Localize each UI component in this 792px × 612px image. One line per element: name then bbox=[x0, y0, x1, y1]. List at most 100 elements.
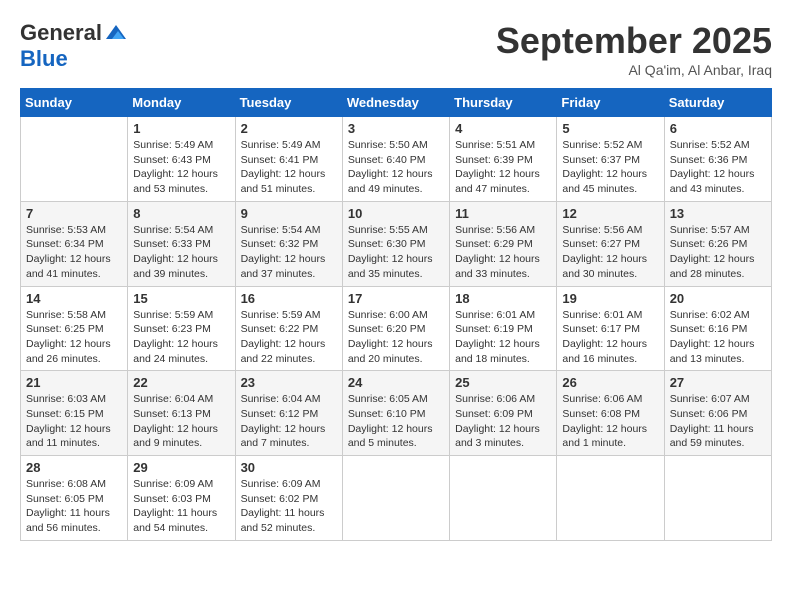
day-number: 8 bbox=[133, 206, 229, 221]
calendar-cell: 22 Sunrise: 6:04 AM Sunset: 6:13 PM Dayli… bbox=[128, 371, 235, 456]
day-info: Sunrise: 6:06 AM Sunset: 6:08 PM Dayligh… bbox=[562, 392, 658, 451]
day-info: Sunrise: 5:51 AM Sunset: 6:39 PM Dayligh… bbox=[455, 138, 551, 197]
day-info: Sunrise: 6:00 AM Sunset: 6:20 PM Dayligh… bbox=[348, 308, 444, 367]
day-info: Sunrise: 6:04 AM Sunset: 6:12 PM Dayligh… bbox=[241, 392, 337, 451]
calendar-cell bbox=[21, 117, 128, 202]
weekday-header: Wednesday bbox=[342, 89, 449, 117]
calendar-cell: 12 Sunrise: 5:56 AM Sunset: 6:27 PM Dayli… bbox=[557, 201, 664, 286]
calendar-cell: 23 Sunrise: 6:04 AM Sunset: 6:12 PM Dayli… bbox=[235, 371, 342, 456]
calendar-cell: 27 Sunrise: 6:07 AM Sunset: 6:06 PM Dayli… bbox=[664, 371, 771, 456]
day-number: 17 bbox=[348, 291, 444, 306]
logo-icon bbox=[104, 21, 128, 45]
day-number: 10 bbox=[348, 206, 444, 221]
calendar-cell: 9Sunrise: 5:54 AM Sunset: 6:32 PM Daylig… bbox=[235, 201, 342, 286]
weekday-header: Friday bbox=[557, 89, 664, 117]
calendar-cell: 6 Sunrise: 5:52 AM Sunset: 6:36 PM Daylig… bbox=[664, 117, 771, 202]
calendar-cell: 21 Sunrise: 6:03 AM Sunset: 6:15 PM Dayli… bbox=[21, 371, 128, 456]
calendar-header-row: SundayMondayTuesdayWednesdayThursdayFrid… bbox=[21, 89, 772, 117]
calendar-cell: 7 Sunrise: 5:53 AM Sunset: 6:34 PM Daylig… bbox=[21, 201, 128, 286]
calendar-cell: 29 Sunrise: 6:09 AM Sunset: 6:03 PM Dayli… bbox=[128, 456, 235, 541]
day-number: 22 bbox=[133, 375, 229, 390]
calendar-cell: 3 Sunrise: 5:50 AM Sunset: 6:40 PM Daylig… bbox=[342, 117, 449, 202]
day-info: Sunrise: 6:02 AM Sunset: 6:16 PM Dayligh… bbox=[670, 308, 766, 367]
day-number: 20 bbox=[670, 291, 766, 306]
day-info: Sunrise: 5:49 AM Sunset: 6:41 PM Dayligh… bbox=[241, 138, 337, 197]
calendar-cell: 30Sunrise: 6:09 AM Sunset: 6:02 PM Dayli… bbox=[235, 456, 342, 541]
day-number: 14 bbox=[26, 291, 122, 306]
day-info: Sunrise: 6:03 AM Sunset: 6:15 PM Dayligh… bbox=[26, 392, 122, 451]
calendar-cell: 19Sunrise: 6:01 AM Sunset: 6:17 PM Dayli… bbox=[557, 286, 664, 371]
calendar-cell: 28 Sunrise: 6:08 AM Sunset: 6:05 PM Dayli… bbox=[21, 456, 128, 541]
day-number: 27 bbox=[670, 375, 766, 390]
logo: General Blue bbox=[20, 20, 128, 72]
day-info: Sunrise: 6:09 AM Sunset: 6:03 PM Dayligh… bbox=[133, 477, 229, 536]
day-info: Sunrise: 5:56 AM Sunset: 6:29 PM Dayligh… bbox=[455, 223, 551, 282]
title-block: September 2025 Al Qa'im, Al Anbar, Iraq bbox=[496, 20, 772, 78]
calendar-cell bbox=[342, 456, 449, 541]
day-info: Sunrise: 6:05 AM Sunset: 6:10 PM Dayligh… bbox=[348, 392, 444, 451]
day-info: Sunrise: 6:08 AM Sunset: 6:05 PM Dayligh… bbox=[26, 477, 122, 536]
logo-blue: Blue bbox=[20, 46, 68, 72]
calendar-cell: 8 Sunrise: 5:54 AM Sunset: 6:33 PM Daylig… bbox=[128, 201, 235, 286]
day-info: Sunrise: 5:59 AM Sunset: 6:22 PM Dayligh… bbox=[241, 308, 337, 367]
day-number: 26 bbox=[562, 375, 658, 390]
day-info: Sunrise: 5:54 AM Sunset: 6:33 PM Dayligh… bbox=[133, 223, 229, 282]
day-number: 2 bbox=[241, 121, 337, 136]
calendar-cell: 17 Sunrise: 6:00 AM Sunset: 6:20 PM Dayli… bbox=[342, 286, 449, 371]
calendar-cell bbox=[450, 456, 557, 541]
calendar-cell: 16Sunrise: 5:59 AM Sunset: 6:22 PM Dayli… bbox=[235, 286, 342, 371]
day-info: Sunrise: 5:55 AM Sunset: 6:30 PM Dayligh… bbox=[348, 223, 444, 282]
calendar-cell: 20 Sunrise: 6:02 AM Sunset: 6:16 PM Dayli… bbox=[664, 286, 771, 371]
day-number: 5 bbox=[562, 121, 658, 136]
day-info: Sunrise: 6:07 AM Sunset: 6:06 PM Dayligh… bbox=[670, 392, 766, 451]
day-number: 12 bbox=[562, 206, 658, 221]
calendar-cell: 4Sunrise: 5:51 AM Sunset: 6:39 PM Daylig… bbox=[450, 117, 557, 202]
calendar-cell: 25Sunrise: 6:06 AM Sunset: 6:09 PM Dayli… bbox=[450, 371, 557, 456]
calendar-table: SundayMondayTuesdayWednesdayThursdayFrid… bbox=[20, 88, 772, 541]
day-number: 1 bbox=[133, 121, 229, 136]
weekday-header: Saturday bbox=[664, 89, 771, 117]
day-number: 30 bbox=[241, 460, 337, 475]
weekday-header: Sunday bbox=[21, 89, 128, 117]
calendar-week-row: 7 Sunrise: 5:53 AM Sunset: 6:34 PM Daylig… bbox=[21, 201, 772, 286]
day-info: Sunrise: 5:56 AM Sunset: 6:27 PM Dayligh… bbox=[562, 223, 658, 282]
day-number: 3 bbox=[348, 121, 444, 136]
day-number: 18 bbox=[455, 291, 551, 306]
day-info: Sunrise: 5:52 AM Sunset: 6:36 PM Dayligh… bbox=[670, 138, 766, 197]
day-number: 6 bbox=[670, 121, 766, 136]
day-info: Sunrise: 6:06 AM Sunset: 6:09 PM Dayligh… bbox=[455, 392, 551, 451]
calendar-week-row: 14 Sunrise: 5:58 AM Sunset: 6:25 PM Dayli… bbox=[21, 286, 772, 371]
day-info: Sunrise: 5:49 AM Sunset: 6:43 PM Dayligh… bbox=[133, 138, 229, 197]
day-number: 11 bbox=[455, 206, 551, 221]
calendar-week-row: 1 Sunrise: 5:49 AM Sunset: 6:43 PM Daylig… bbox=[21, 117, 772, 202]
day-number: 21 bbox=[26, 375, 122, 390]
calendar-cell: 24 Sunrise: 6:05 AM Sunset: 6:10 PM Dayli… bbox=[342, 371, 449, 456]
day-info: Sunrise: 5:57 AM Sunset: 6:26 PM Dayligh… bbox=[670, 223, 766, 282]
day-info: Sunrise: 5:53 AM Sunset: 6:34 PM Dayligh… bbox=[26, 223, 122, 282]
calendar-cell: 14 Sunrise: 5:58 AM Sunset: 6:25 PM Dayli… bbox=[21, 286, 128, 371]
calendar-week-row: 28 Sunrise: 6:08 AM Sunset: 6:05 PM Dayli… bbox=[21, 456, 772, 541]
calendar-cell: 15Sunrise: 5:59 AM Sunset: 6:23 PM Dayli… bbox=[128, 286, 235, 371]
day-info: Sunrise: 5:50 AM Sunset: 6:40 PM Dayligh… bbox=[348, 138, 444, 197]
weekday-header: Thursday bbox=[450, 89, 557, 117]
calendar-cell: 2 Sunrise: 5:49 AM Sunset: 6:41 PM Daylig… bbox=[235, 117, 342, 202]
calendar-week-row: 21 Sunrise: 6:03 AM Sunset: 6:15 PM Dayli… bbox=[21, 371, 772, 456]
day-info: Sunrise: 5:58 AM Sunset: 6:25 PM Dayligh… bbox=[26, 308, 122, 367]
day-number: 28 bbox=[26, 460, 122, 475]
calendar-cell: 18Sunrise: 6:01 AM Sunset: 6:19 PM Dayli… bbox=[450, 286, 557, 371]
day-number: 29 bbox=[133, 460, 229, 475]
weekday-header: Monday bbox=[128, 89, 235, 117]
calendar-cell: 26 Sunrise: 6:06 AM Sunset: 6:08 PM Dayli… bbox=[557, 371, 664, 456]
day-info: Sunrise: 5:54 AM Sunset: 6:32 PM Dayligh… bbox=[241, 223, 337, 282]
month-title: September 2025 bbox=[496, 20, 772, 62]
page-header: General Blue September 2025 Al Qa'im, Al… bbox=[20, 20, 772, 78]
day-number: 24 bbox=[348, 375, 444, 390]
day-number: 23 bbox=[241, 375, 337, 390]
calendar-cell: 1 Sunrise: 5:49 AM Sunset: 6:43 PM Daylig… bbox=[128, 117, 235, 202]
weekday-header: Tuesday bbox=[235, 89, 342, 117]
day-info: Sunrise: 5:52 AM Sunset: 6:37 PM Dayligh… bbox=[562, 138, 658, 197]
day-info: Sunrise: 6:04 AM Sunset: 6:13 PM Dayligh… bbox=[133, 392, 229, 451]
day-info: Sunrise: 6:01 AM Sunset: 6:17 PM Dayligh… bbox=[562, 308, 658, 367]
calendar-cell bbox=[664, 456, 771, 541]
day-number: 7 bbox=[26, 206, 122, 221]
